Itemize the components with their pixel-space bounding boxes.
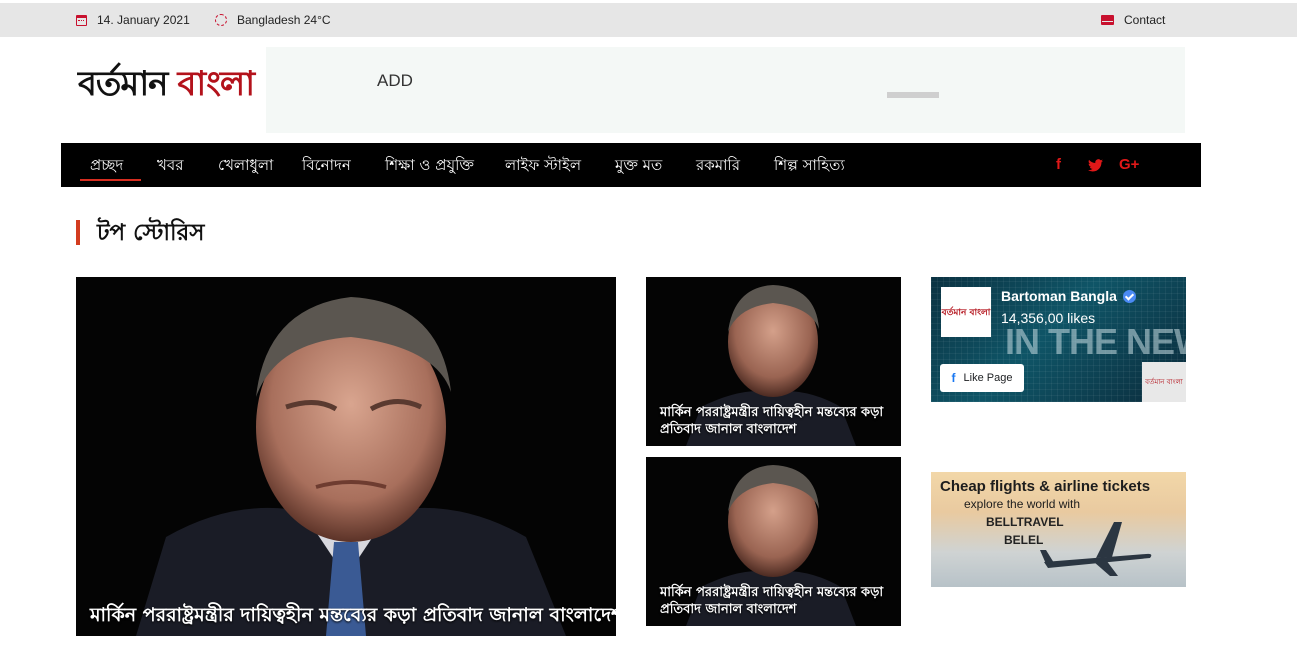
- nav-item-home[interactable]: প্রচ্ছদ: [79, 143, 142, 187]
- nav-item-entertainment[interactable]: বিনোদন: [302, 143, 351, 187]
- verified-icon: [1122, 289, 1136, 303]
- story-image: [76, 277, 616, 636]
- logo-text-part1: বর্তমান: [78, 63, 168, 104]
- logo-text-part2: বাংলা: [177, 63, 255, 104]
- nav-item-misc[interactable]: রকমারি: [696, 143, 740, 187]
- like-page-label: Like Page: [963, 372, 1013, 384]
- story-headline[interactable]: মার্কিন পররাষ্ট্রমন্ত্রীর দায়িত্বহীন মন…: [660, 584, 893, 618]
- nav-item-opinion[interactable]: মুক্ত মত: [615, 143, 662, 187]
- nav-item-lifestyle[interactable]: লাইফ স্টাইল: [505, 143, 581, 187]
- date-display: 14. January 2021: [76, 3, 190, 37]
- twitter-icon[interactable]: [1088, 143, 1103, 187]
- mail-icon: [1101, 15, 1114, 25]
- story-card-small[interactable]: মার্কিন পররাষ্ট্রমন্ত্রীর দায়িত্বহীন মন…: [646, 277, 901, 446]
- google-plus-icon[interactable]: G+: [1119, 143, 1139, 187]
- like-page-button[interactable]: f Like Page: [940, 364, 1024, 392]
- ad-label: ADD: [377, 71, 413, 90]
- contact-label[interactable]: Contact: [1124, 13, 1165, 27]
- facebook-icon: f: [951, 371, 956, 385]
- nav-item-education-tech[interactable]: শিক্ষা ও প্রযুক্তি: [385, 143, 474, 187]
- section-accent-bar: [76, 220, 80, 245]
- page-name[interactable]: Bartoman Bangla: [1001, 288, 1136, 304]
- ad-title: Cheap flights & airline tickets: [940, 478, 1151, 495]
- page-likes-count: 14,356,00 likes: [1001, 310, 1096, 326]
- airplane-icon: [1040, 522, 1152, 576]
- main-nav: প্রচ্ছদ খবর খেলাধুলা বিনোদন শিক্ষা ও প্র…: [61, 143, 1201, 187]
- travel-ad-banner[interactable]: Cheap flights & airline tickets explore …: [931, 472, 1186, 587]
- weather-text: Bangladesh 24°C: [237, 13, 331, 27]
- calendar-icon: [76, 14, 87, 26]
- date-text: 14. January 2021: [97, 13, 190, 27]
- ad-placeholder-bar: [887, 92, 939, 98]
- corner-logo: বর্তমান বাংলা: [1142, 362, 1186, 402]
- story-card-small[interactable]: মার্কিন পররাষ্ট্রমন্ত্রীর দায়িত্বহীন মন…: [646, 457, 901, 626]
- page-name-text[interactable]: Bartoman Bangla: [1001, 288, 1117, 304]
- page-avatar[interactable]: বর্তমান বাংলা: [941, 287, 991, 337]
- story-headline[interactable]: মার্কিন পররাষ্ট্রমন্ত্রীর দায়িত্বহীন মন…: [90, 602, 616, 628]
- site-logo[interactable]: বর্তমান বাংলা: [78, 60, 255, 112]
- contact-link[interactable]: Contact: [1101, 3, 1165, 37]
- widget-cover-text: IN THE NEWS: [1005, 321, 1186, 362]
- nav-item-art-literature[interactable]: শিল্প সাহিত্য: [774, 143, 845, 187]
- weather-display: Bangladesh 24°C: [215, 3, 331, 37]
- nav-item-news[interactable]: খবর: [157, 143, 183, 187]
- nav-item-sports[interactable]: খেলাধুলা: [218, 143, 273, 187]
- ad-subtitle: explore the world with: [964, 497, 1081, 511]
- facebook-icon[interactable]: f: [1056, 143, 1061, 187]
- top-bar: 14. January 2021 Bangladesh 24°C Contact: [0, 3, 1297, 37]
- header-ad-banner[interactable]: ADD: [266, 47, 1185, 133]
- weather-icon: [215, 14, 227, 26]
- story-headline[interactable]: মার্কিন পররাষ্ট্রমন্ত্রীর দায়িত্বহীন মন…: [660, 404, 893, 438]
- section-title: টপ স্টোরিস: [97, 220, 205, 246]
- story-card-large[interactable]: মার্কিন পররাষ্ট্রমন্ত্রীর দায়িত্বহীন মন…: [76, 277, 616, 636]
- facebook-page-widget[interactable]: IN THE NEWS বর্তমান বাংলা Bartoman Bangl…: [931, 277, 1186, 402]
